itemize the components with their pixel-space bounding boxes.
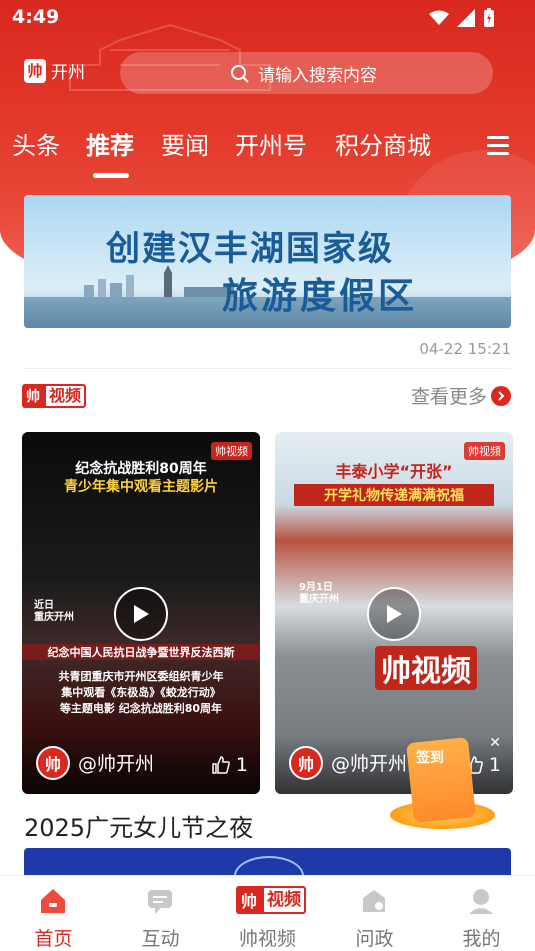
nav-label: 我的 — [462, 928, 501, 950]
video-logo-text: 视频 — [44, 384, 87, 408]
brand-name: 开州 — [51, 63, 85, 83]
card-title: 丰泰小学“开张” — [335, 462, 453, 481]
video-title[interactable]: 2025广元女儿节之夜 — [24, 808, 253, 843]
nav-profile[interactable]: 我的 — [428, 876, 535, 951]
view-more-label: 查看更多 — [410, 386, 487, 408]
nav-gov[interactable]: 问政 — [321, 876, 428, 951]
video-logo-mark: 帅 — [236, 886, 262, 914]
news-timestamp: 04-22 15:21 — [419, 340, 511, 358]
card-desc-1: 共青团重庆市开州区委组织青少年 — [58, 670, 224, 683]
nav-label: 互动 — [141, 928, 180, 950]
nav-video[interactable]: 帅 视频 帅视频 — [214, 876, 321, 951]
search-input[interactable]: 请输入搜索内容 — [120, 52, 493, 94]
card-desc-3: 等主题电影 纪念抗战胜利80周年 — [59, 702, 223, 715]
bottom-nav: 首页 互动 帅 视频 帅视频 问政 我的 — [0, 875, 535, 951]
video-card[interactable]: 帅视频 纪念抗战胜利80周年 青少年集中观看主题影片 近日 重庆开州 纪念中国人… — [22, 432, 260, 794]
tab-points-mall[interactable]: 积分商城 — [335, 126, 431, 161]
video-logo-text: 视频 — [262, 886, 306, 914]
nav-label: 问政 — [355, 928, 394, 950]
card-banner-text: 纪念中国人民抗日战争暨世界反法西斯 — [22, 644, 260, 660]
card-desc-2: 集中观看《东极岛》《蛟龙行动》 — [61, 686, 221, 699]
status-time: 4:49 — [12, 6, 60, 28]
avatar[interactable]: 帅 — [289, 746, 323, 780]
signin-label: 签到 — [416, 750, 444, 766]
video-logo-mark: 帅 — [22, 384, 44, 408]
search-icon — [231, 65, 249, 83]
menu-icon[interactable] — [487, 136, 509, 156]
video-section-header: 帅 视频 查看更多 — [0, 380, 535, 412]
home-icon — [41, 889, 65, 913]
card-footer: 帅 @帅开州 1 — [22, 734, 260, 794]
status-icons — [429, 8, 495, 28]
card-watermark: 帅视频 — [375, 646, 477, 690]
video-section-logo: 帅 视频 — [22, 384, 87, 408]
banner-headline-2: 旅游度假区 — [222, 275, 418, 317]
profile-icon — [469, 889, 493, 914]
chevron-right-icon — [491, 385, 511, 406]
status-bar: 4:49 — [0, 0, 535, 36]
nav-label: 首页 — [34, 928, 73, 950]
card-caption: 近日 重庆开州 — [34, 600, 74, 623]
banner-headline-1: 创建汉丰湖国家级 — [106, 229, 394, 269]
nav-home[interactable]: 首页 — [0, 876, 107, 951]
signal-icon — [457, 9, 475, 27]
divider — [24, 368, 511, 369]
author-name[interactable]: @帅开州 — [78, 749, 154, 776]
app-screen: 4:49 帅 开州 请输入搜索内容 头条 推荐 要闻 开州号 积分商城 创建汉丰… — [0, 0, 535, 951]
video-thumbnail[interactable] — [24, 848, 511, 878]
card-subtitle: 开学礼物传递满满祝福 — [294, 484, 494, 506]
tab-active-indicator — [93, 173, 129, 178]
tab-recommend[interactable]: 推荐 — [86, 126, 134, 161]
tab-headline[interactable]: 头条 — [12, 126, 60, 161]
wifi-icon — [429, 10, 449, 25]
tab-kaizhou-account[interactable]: 开州号 — [235, 126, 307, 161]
like-count: 1 — [235, 754, 248, 776]
search-row: 帅 开州 请输入搜索内容 — [0, 50, 535, 96]
news-banner[interactable]: 创建汉丰湖国家级 旅游度假区 — [24, 195, 511, 328]
play-icon[interactable] — [114, 587, 168, 641]
nav-interact[interactable]: 互动 — [107, 876, 214, 951]
close-icon[interactable]: ✕ — [489, 735, 501, 751]
view-more-button[interactable]: 查看更多 — [411, 382, 511, 409]
like-button[interactable]: 1 — [212, 754, 248, 776]
nav-label: 帅视频 — [238, 928, 296, 950]
play-icon[interactable] — [367, 587, 421, 641]
card-title: 纪念抗战胜利80周年 — [75, 461, 207, 477]
gov-icon — [363, 890, 385, 912]
channel-tabs: 头条 推荐 要闻 开州号 积分商城 — [0, 126, 535, 182]
video-logo-icon: 帅 视频 — [236, 886, 306, 914]
brand-mark-icon: 帅 — [24, 58, 46, 83]
brand-logo[interactable]: 帅 开州 — [24, 58, 85, 83]
card-subtitle: 青少年集中观看主题影片 — [64, 479, 218, 495]
signin-float-button[interactable]: 签到 ✕ — [390, 735, 505, 835]
chat-icon — [148, 890, 172, 914]
card-caption: 9月1日 重庆开州 — [299, 582, 339, 605]
search-placeholder: 请输入搜索内容 — [258, 65, 377, 86]
avatar[interactable]: 帅 — [36, 746, 70, 780]
thumbs-up-icon — [212, 756, 230, 774]
tab-news[interactable]: 要闻 — [161, 126, 209, 161]
battery-icon — [484, 8, 494, 27]
